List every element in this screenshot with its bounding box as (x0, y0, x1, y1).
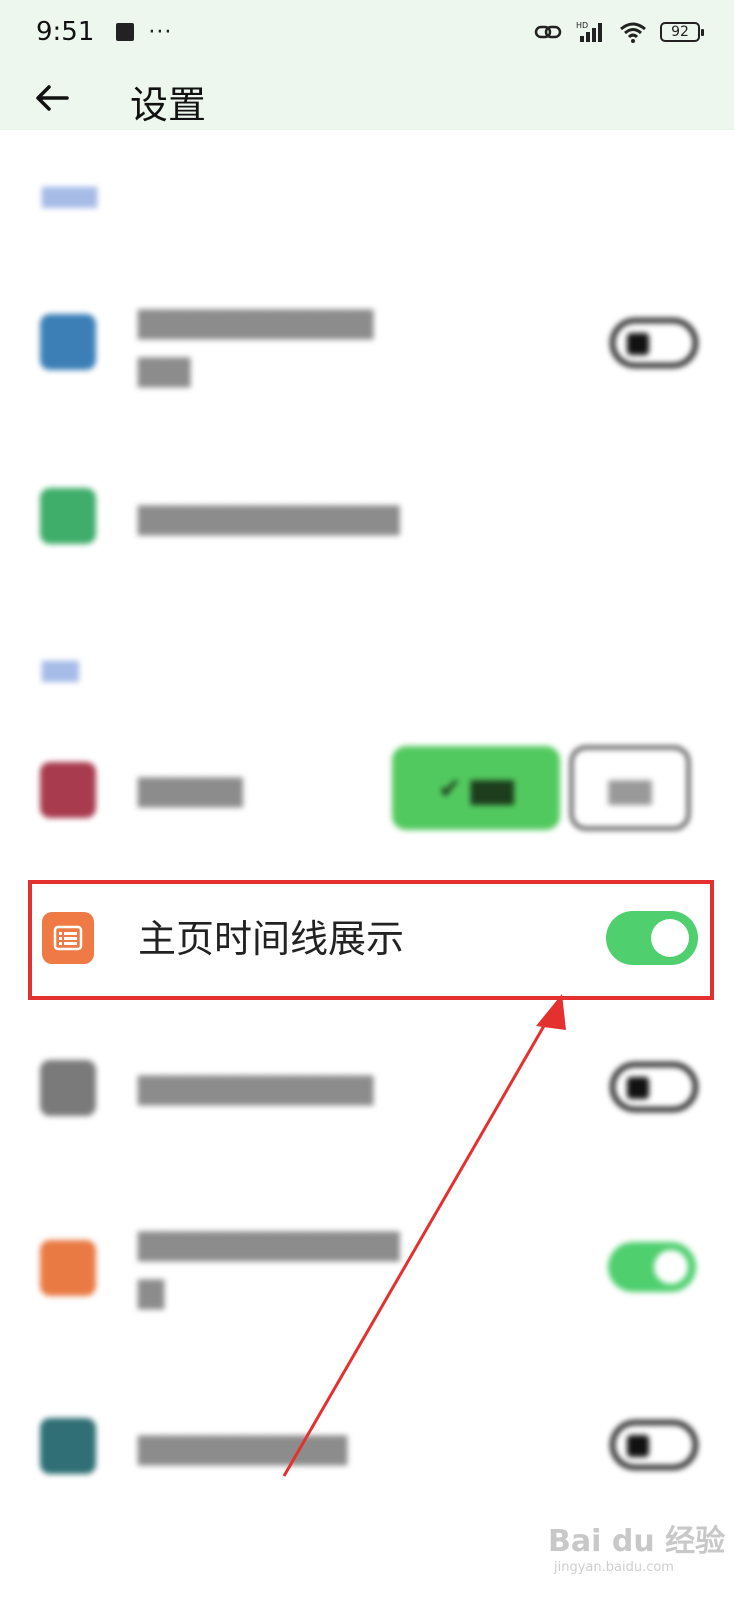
setting-label-blurred: ▆▆▆▆▆▆▆▆▆▆▆ (138, 1222, 400, 1310)
setting-icon (40, 1060, 96, 1116)
setting-icon (40, 1240, 96, 1296)
segment-option-selected[interactable]: ✔ ▆▆ (392, 746, 560, 830)
status-bar: 9:51 ··· HD 92 (0, 0, 734, 64)
status-time: 9:51 (36, 17, 95, 47)
timeline-display-label: 主页时间线展示 (138, 917, 405, 961)
setting-icon (40, 762, 96, 818)
setting-label-blurred: ▆▆▆▆▆▆▆▆▆▆ (138, 496, 400, 536)
battery-icon: 92 (660, 22, 704, 42)
toggle-knob (651, 919, 689, 957)
setting-icon (40, 314, 96, 370)
setting-toggle[interactable] (610, 318, 698, 368)
list-icon (42, 912, 94, 964)
timeline-display-toggle[interactable] (606, 911, 698, 965)
setting-label-blurred: ▆▆▆▆▆▆▆▆▆▆▆ (138, 300, 374, 388)
link-icon (534, 22, 564, 42)
page-title: 设置 (130, 83, 207, 127)
watermark-brand: Bai du 经验 (548, 1524, 726, 1559)
setting-label-blurred: ▆▆▆▆ (138, 768, 243, 808)
setting-toggle[interactable] (608, 1242, 696, 1292)
setting-toggle[interactable] (610, 1420, 698, 1470)
setting-label-blurred: ▆▆▆▆▆▆▆▆▆ (138, 1066, 374, 1106)
more-notifications-icon: ··· (148, 19, 173, 45)
section-header-blurred: ▆▆ (42, 654, 79, 682)
back-arrow-icon[interactable] (32, 78, 72, 118)
svg-text:HD: HD (576, 21, 588, 30)
wifi-icon (618, 20, 648, 44)
baidu-watermark: Bai du 经验 jingyan.baidu.com (548, 1516, 725, 1575)
setting-toggle[interactable] (610, 1062, 698, 1112)
watermark-site: jingyan.baidu.com (554, 1560, 674, 1575)
app-header: 设置 (0, 64, 734, 130)
segment-option[interactable]: ▆▆ (570, 746, 690, 830)
setting-label-blurred: ▆▆▆▆▆▆▆▆ (138, 1426, 348, 1466)
setting-icon (40, 488, 96, 544)
section-header-blurred: ▆▆▆ (42, 180, 98, 208)
setting-icon (40, 1418, 96, 1474)
signal-icon: HD (576, 20, 606, 44)
app-notification-icon (116, 23, 135, 41)
